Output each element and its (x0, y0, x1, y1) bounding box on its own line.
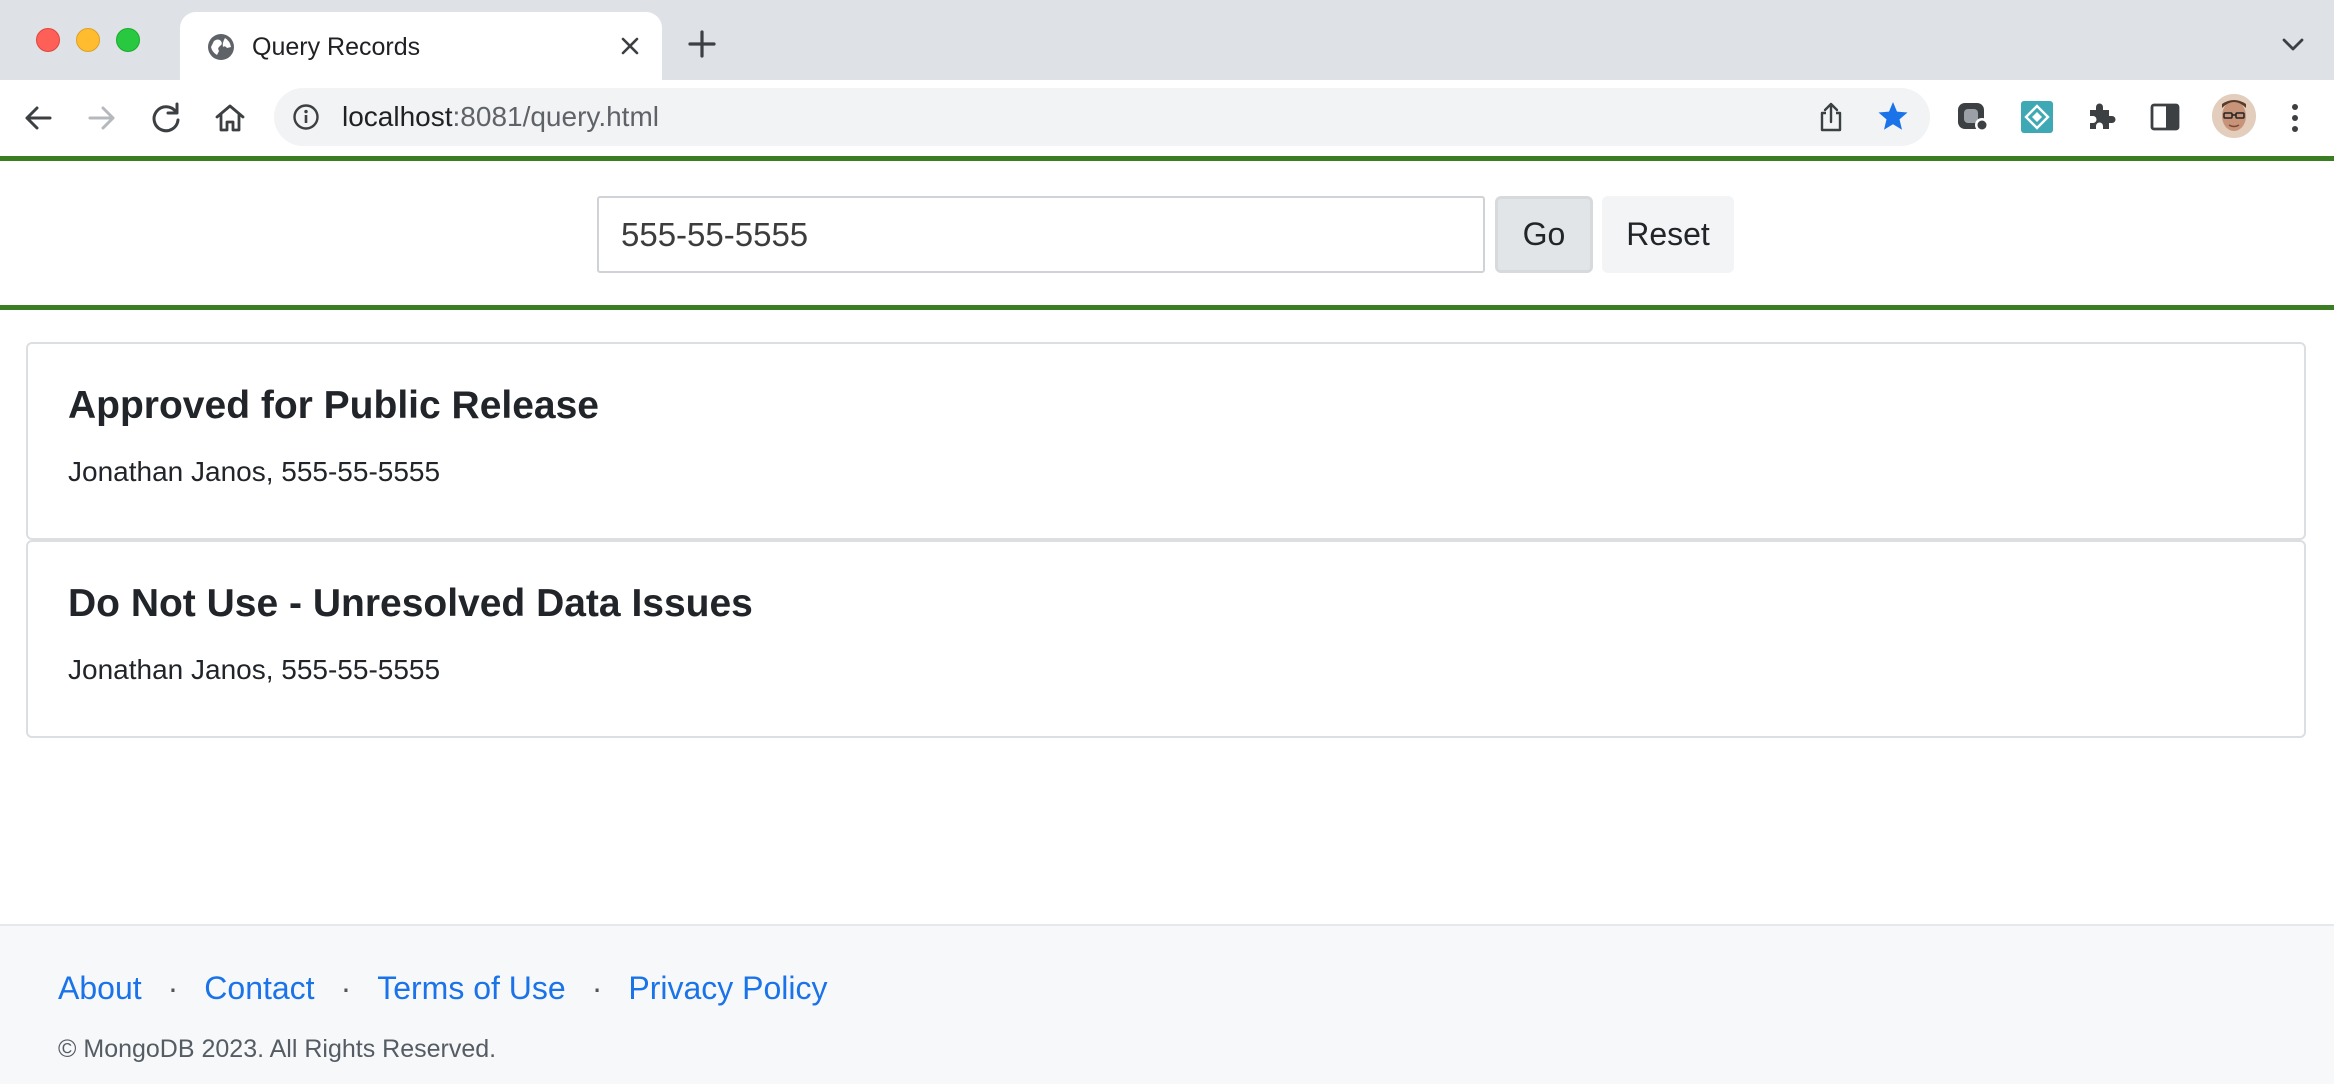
share-icon[interactable] (1816, 101, 1846, 133)
arrow-right-icon[interactable] (82, 98, 122, 138)
url-path: :8081/query.html (452, 101, 660, 132)
avatar-image (2212, 94, 2256, 138)
arrow-left-icon[interactable] (18, 98, 58, 138)
globe-icon (208, 34, 234, 60)
tab-strip: Query Records (0, 0, 2334, 80)
result-card: Approved for Public Release Jonathan Jan… (26, 342, 2306, 540)
url-text[interactable]: localhost:8081/query.html (342, 99, 659, 135)
footer-separator: · (591, 970, 603, 1006)
tab-title: Query Records (252, 33, 421, 61)
star-icon[interactable] (1876, 99, 1910, 133)
address-bar[interactable]: localhost:8081/query.html (274, 88, 1930, 146)
kebab-menu-icon[interactable] (2280, 98, 2310, 138)
result-text: Jonathan Janos, 555-55-5555 (68, 456, 441, 487)
go-button[interactable]: Go (1495, 196, 1593, 273)
home-icon[interactable] (210, 98, 250, 138)
extension-diamond-icon[interactable] (2018, 98, 2056, 136)
profile-avatar[interactable] (2212, 94, 2256, 138)
footer: About · Contact · Terms of Use · Privacy Polic… (0, 924, 2334, 1084)
browser-toolbar: localhost:8081/query.html (0, 80, 2334, 156)
window-close-button[interactable] (36, 28, 60, 52)
browser-tab-active[interactable]: Query Records (180, 12, 662, 80)
result-text: Jonathan Janos, 555-55-5555 (68, 654, 441, 685)
plus-icon[interactable] (686, 28, 718, 60)
result-title: Approved for Public Release (68, 384, 599, 427)
search-bar: Go Reset (0, 156, 2334, 310)
url-host: localhost (342, 101, 453, 132)
side-panel-icon[interactable] (2146, 98, 2184, 136)
window-minimize-button[interactable] (76, 28, 100, 52)
close-icon[interactable] (616, 32, 644, 60)
copyright-text: © MongoDB 2023. All Rights Reserved. (58, 1035, 497, 1063)
reset-button[interactable]: Reset (1602, 196, 1734, 273)
page-body: Go Reset Approved for Public Release Jon… (0, 156, 2334, 1084)
footer-link-terms[interactable]: Terms of Use (377, 970, 565, 1006)
window-zoom-button[interactable] (116, 28, 140, 52)
footer-links: About · Contact · Terms of Use · Privacy Polic… (58, 966, 828, 1010)
chevron-down-icon[interactable] (2280, 34, 2306, 54)
footer-separator: · (340, 970, 352, 1006)
reload-icon[interactable] (146, 98, 186, 138)
result-card: Do Not Use - Unresolved Data Issues Jona… (26, 540, 2306, 738)
info-icon[interactable] (292, 103, 320, 131)
result-title: Do Not Use - Unresolved Data Issues (68, 582, 753, 625)
extension-app-icon[interactable] (1954, 98, 1992, 136)
footer-link-privacy[interactable]: Privacy Policy (628, 970, 827, 1006)
footer-separator: · (167, 970, 179, 1006)
footer-link-about[interactable]: About (58, 970, 142, 1006)
footer-link-contact[interactable]: Contact (204, 970, 314, 1006)
puzzle-icon[interactable] (2082, 98, 2120, 136)
search-input[interactable] (597, 196, 1485, 273)
